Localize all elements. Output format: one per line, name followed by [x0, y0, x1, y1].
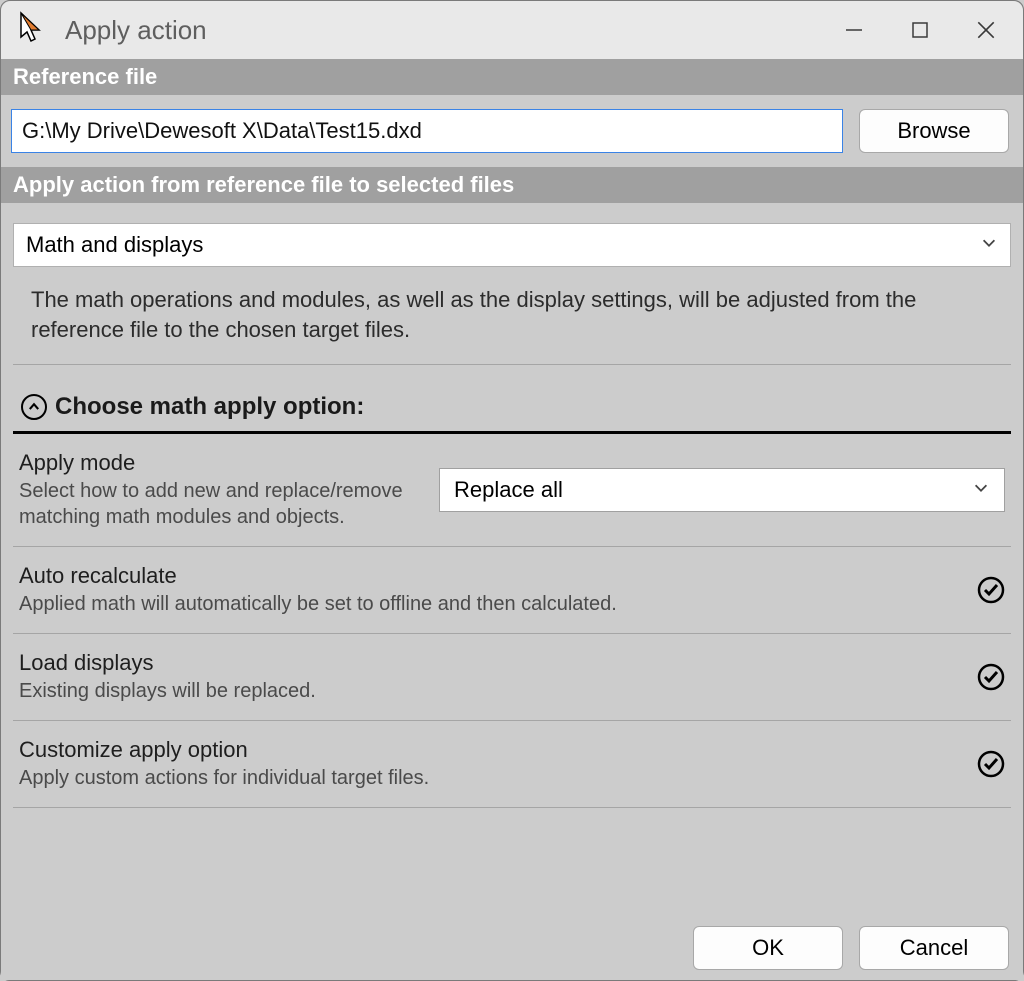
math-apply-group-header[interactable]: Choose math apply option: [13, 365, 1011, 434]
ok-button[interactable]: OK [693, 926, 843, 970]
load-displays-subtitle: Existing displays will be replaced. [19, 678, 947, 704]
apply-mode-title: Apply mode [19, 450, 427, 476]
dialog-footer: OK Cancel [693, 926, 1009, 970]
load-displays-row: Load displays Existing displays will be … [13, 634, 1011, 721]
auto-recalculate-subtitle: Applied math will automatically be set t… [19, 591, 947, 617]
load-displays-title: Load displays [19, 650, 947, 676]
app-cursor-icon [17, 11, 55, 49]
browse-button[interactable]: Browse [859, 109, 1009, 153]
auto-recalculate-title: Auto recalculate [19, 563, 947, 589]
minimize-button[interactable] [821, 5, 887, 55]
math-apply-group-title: Choose math apply option: [55, 393, 364, 421]
checkmark-circle-icon[interactable] [977, 750, 1005, 778]
action-type-dropdown[interactable]: Math and displays [13, 223, 1011, 267]
cancel-button[interactable]: Cancel [859, 926, 1009, 970]
apply-mode-row: Apply mode Select how to add new and rep… [13, 434, 1011, 547]
reference-file-path-input[interactable] [11, 109, 843, 153]
checkmark-circle-icon[interactable] [977, 663, 1005, 691]
auto-recalculate-row: Auto recalculate Applied math will autom… [13, 547, 1011, 634]
apply-action-header: Apply action from reference file to sele… [1, 167, 1023, 203]
apply-mode-select[interactable]: Replace all [439, 468, 1005, 512]
chevron-down-icon [980, 232, 998, 258]
reference-file-row: Browse [1, 95, 1023, 167]
apply-mode-subtitle: Select how to add new and replace/remove… [19, 478, 427, 530]
chevron-up-circle-icon [21, 394, 47, 420]
reference-file-header: Reference file [1, 59, 1023, 95]
action-type-selected: Math and displays [26, 232, 203, 258]
customize-apply-title: Customize apply option [19, 737, 947, 763]
apply-action-dialog: Apply action Reference file Browse Apply… [0, 0, 1024, 981]
window-title: Apply action [65, 15, 207, 46]
apply-mode-selected: Replace all [454, 477, 563, 503]
checkmark-circle-icon[interactable] [977, 576, 1005, 604]
customize-apply-row: Customize apply option Apply custom acti… [13, 721, 1011, 808]
close-button[interactable] [953, 5, 1019, 55]
action-description: The math operations and modules, as well… [13, 267, 1011, 365]
chevron-down-icon [972, 477, 990, 503]
titlebar: Apply action [1, 1, 1023, 59]
maximize-button[interactable] [887, 5, 953, 55]
customize-apply-subtitle: Apply custom actions for individual targ… [19, 765, 947, 791]
